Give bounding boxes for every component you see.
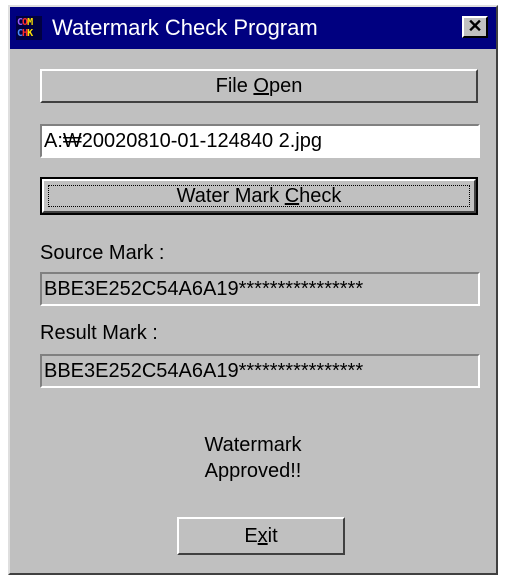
watermark-check-window: COM CHK Watermark Check Program ✕ File O… [8, 5, 498, 575]
close-button[interactable]: ✕ [462, 16, 488, 38]
close-icon: ✕ [467, 16, 483, 36]
file-path-field[interactable]: A:₩20020810-01-124840 2.jpg [40, 124, 480, 158]
status-message: Watermark Approved!! [10, 432, 496, 484]
file-open-button[interactable]: File Open [40, 69, 478, 103]
exit-button[interactable]: Exit [177, 517, 345, 555]
title-bar[interactable]: COM CHK Watermark Check Program ✕ [10, 7, 496, 49]
window-title: Watermark Check Program [52, 15, 318, 40]
source-mark-field: BBE3E252C54A6A19**************** [40, 272, 480, 306]
source-mark-label: Source Mark : [40, 242, 165, 264]
status-line-1: Watermark [204, 434, 302, 456]
watermark-check-button[interactable]: Water Mark Check [40, 177, 478, 215]
app-icon: COM CHK [16, 16, 42, 40]
status-line-2: Approved!! [204, 460, 302, 482]
result-mark-label: Result Mark : [40, 322, 158, 344]
result-mark-field: BBE3E252C54A6A19**************** [40, 354, 480, 388]
